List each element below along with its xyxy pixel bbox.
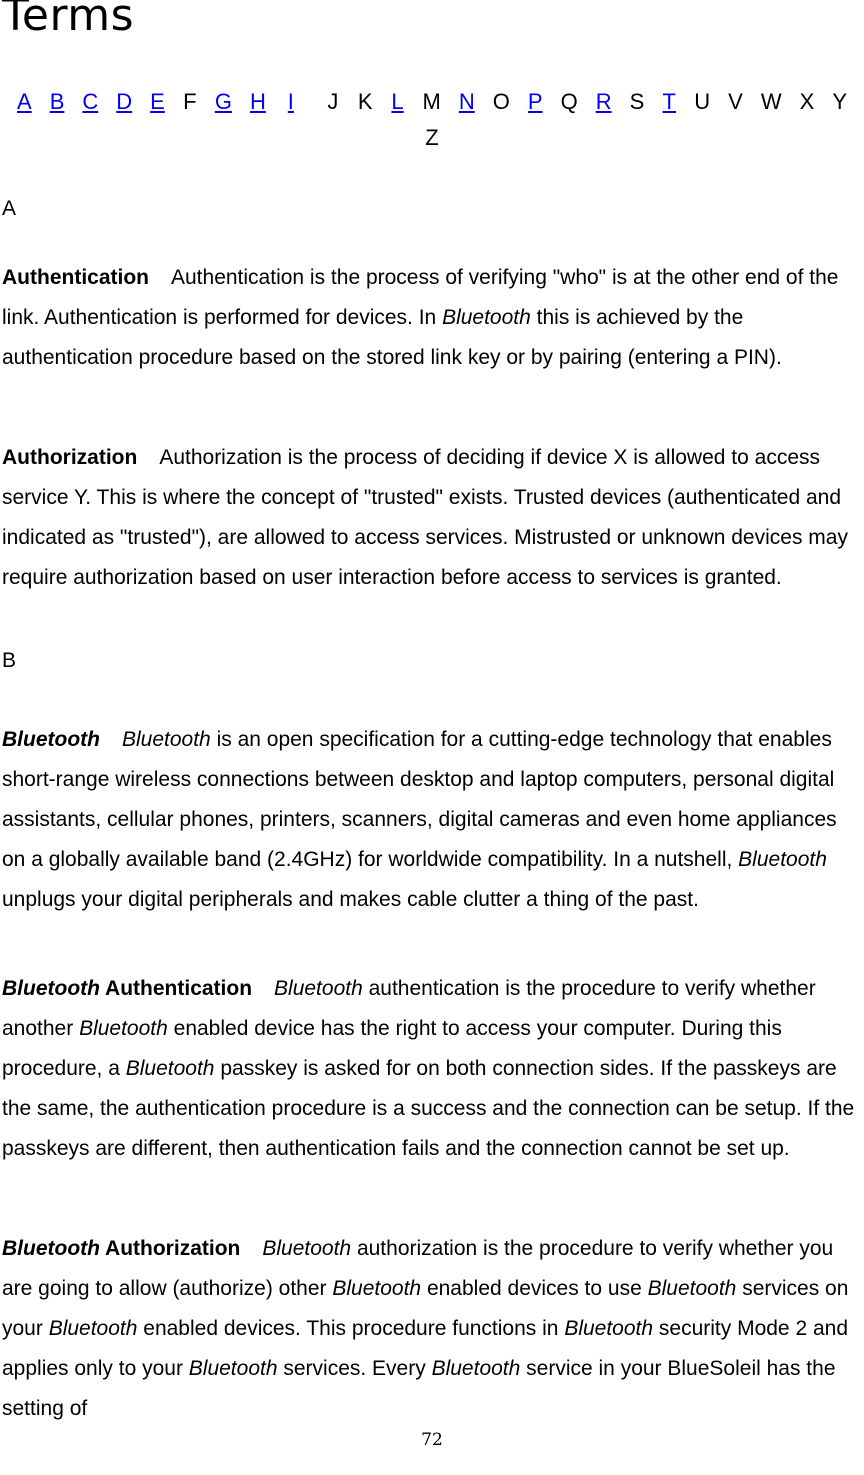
alpha-link-c[interactable]: C	[82, 84, 98, 120]
italic-bluetooth: Bluetooth	[564, 1317, 654, 1340]
entry-term-bluetooth: Bluetooth	[2, 977, 100, 1000]
italic-bluetooth: Bluetooth	[647, 1277, 737, 1300]
italic-bluetooth: Bluetooth	[332, 1277, 422, 1300]
italic-bluetooth: Bluetooth	[48, 1317, 138, 1340]
alpha-plain-j: J	[327, 89, 339, 114]
alpha-plain-w: W	[760, 89, 782, 114]
entry-bluetooth: Bluetooth Bluetooth is an open specificat…	[2, 720, 864, 920]
page-title: Terms	[2, 0, 135, 41]
entry-body-text: enabled devices. This procedure function…	[137, 1317, 565, 1340]
alpha-plain-x: X	[799, 89, 815, 114]
italic-bluetooth: Bluetooth	[79, 1017, 168, 1040]
entry-term-authentication: Authentication	[2, 266, 149, 289]
alpha-plain-o: O	[492, 89, 510, 114]
alpha-plain-y: Y	[832, 89, 847, 114]
entry-term-authorization: Authorization	[99, 1237, 241, 1260]
alpha-link-n[interactable]: N	[459, 84, 475, 120]
italic-bluetooth: Bluetooth	[442, 306, 531, 329]
entry-authentication: Authentication Authentication is the proc…	[2, 258, 864, 378]
alpha-link-b[interactable]: B	[50, 84, 65, 120]
alpha-link-p[interactable]: P	[528, 84, 543, 120]
alpha-plain-u: U	[694, 89, 711, 114]
italic-bluetooth: Bluetooth	[431, 1357, 521, 1380]
italic-bluetooth: Bluetooth	[125, 1057, 215, 1080]
alpha-link-d[interactable]: D	[116, 84, 132, 120]
italic-bluetooth: Bluetooth	[262, 1237, 352, 1260]
alpha-link-t[interactable]: T	[662, 84, 676, 120]
italic-bluetooth: Bluetooth	[121, 728, 211, 751]
entry-body-text: unplugs your digital peripherals and mak…	[2, 888, 699, 911]
entry-term-authorization: Authorization	[2, 446, 138, 469]
entry-bluetooth-authorization: Bluetooth Authorization Bluetooth authori…	[2, 1229, 864, 1429]
page-number: 72	[421, 1430, 443, 1450]
alpha-plain-q: Q	[560, 89, 578, 114]
section-heading-a: A	[2, 197, 17, 220]
entry-body-text: services. Every	[277, 1357, 432, 1380]
entry-term-authentication: Authentication	[99, 977, 253, 1000]
entry-term-bluetooth: Bluetooth	[2, 728, 100, 751]
italic-bluetooth: Bluetooth	[274, 977, 363, 1000]
entry-authorization: Authorization Authorization is the proces…	[2, 438, 864, 598]
italic-bluetooth: Bluetooth	[738, 848, 827, 871]
alpha-plain-m: M	[422, 89, 441, 114]
alpha-link-g[interactable]: G	[215, 84, 232, 120]
italic-bluetooth: Bluetooth	[188, 1357, 278, 1380]
alpha-plain-k: K	[357, 89, 373, 114]
alpha-plain-s: S	[629, 89, 645, 114]
document-page: Terms A B C D E F G H I J K L M N O P Q R S T U V W X YZ A Authe…	[0, 0, 864, 1475]
entry-term-bluetooth: Bluetooth	[2, 1237, 100, 1260]
alphabet-index: A B C D E F G H I J K L M N O P Q R S T U V W X Y Z	[2, 84, 862, 156]
entry-body-text: enabled devices to use	[421, 1277, 648, 1300]
alpha-link-l[interactable]: L	[391, 84, 405, 120]
alpha-link-r[interactable]: R	[596, 84, 612, 120]
entry-bluetooth-authentication: Bluetooth Authentication Bluetooth authen…	[2, 969, 864, 1169]
alpha-plain-f: F	[183, 89, 197, 114]
alpha-link-i[interactable]: I	[284, 84, 308, 120]
alpha-link-h[interactable]: H	[250, 84, 266, 120]
alpha-link-e[interactable]: E	[150, 84, 165, 120]
alpha-plain-z: Z	[425, 125, 439, 150]
alpha-link-a[interactable]: A	[17, 84, 32, 120]
alpha-plain-v: V	[728, 89, 743, 114]
section-heading-b: B	[2, 649, 17, 672]
